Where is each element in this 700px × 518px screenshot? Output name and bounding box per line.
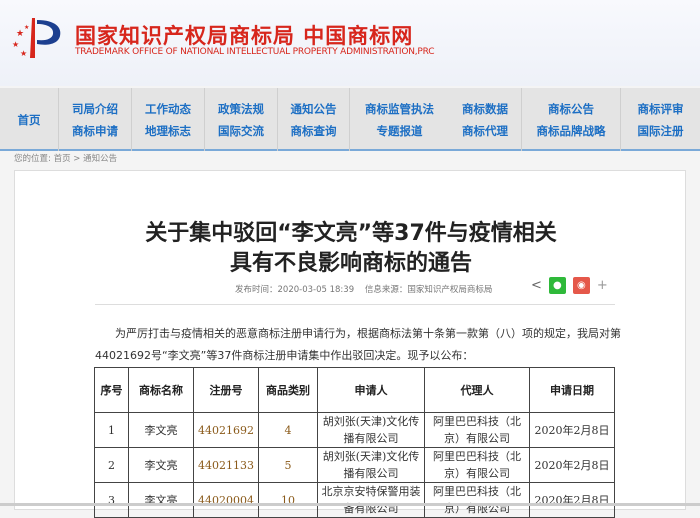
col-header: 代理人 [424,367,530,413]
article-paragraph: 为严厉打击与疫情相关的恶意商标注册申请行为，根据商标法第十条第一款第（八）项的规… [115,327,621,340]
cell-reg-no: 44021133 [193,447,259,483]
cell-agent: 阿里巴巴科技（北京）有限公司 [424,482,530,518]
cell-class: 10 [258,482,318,518]
col-header: 申请人 [317,367,425,413]
nav-column: 商标数据 商标代理 [449,88,521,151]
col-header: 序号 [94,367,129,413]
cell-applicant: 北京京安特保警用装备有限公司 [317,482,425,518]
svg-text:★: ★ [24,24,29,31]
nav-link[interactable]: 地理标志 [145,123,191,139]
nav-column: 商标评审 国际注册 [620,88,700,151]
nav-link[interactable]: 商标公告 [548,101,594,117]
cell-index: 3 [94,482,129,518]
nav-link[interactable]: 商标数据 [462,101,508,117]
article-meta: 发布时间：2020-03-05 18:39 信息来源：国家知识产权局商标局 [235,283,500,295]
svg-text:★: ★ [16,29,24,39]
cell-class: 5 [258,447,318,483]
nav-link[interactable]: 商标查询 [291,123,337,139]
more-share-icon[interactable]: + [597,278,608,293]
table-header-row: 序号 商标名称 注册号 商品类别 申请人 代理人 申请日期 [94,367,615,413]
nav-link[interactable]: 商标品牌战略 [537,123,606,139]
nav-link[interactable]: 商标代理 [462,123,508,139]
table-row: 1 李文亮 44021692 4 胡刘张(天津)文化传播有限公司 阿里巴巴科技（… [94,412,615,448]
cell-date: 2020年2月8日 [529,447,615,483]
svg-text:★: ★ [12,40,19,49]
cell-applicant: 胡刘张(天津)文化传播有限公司 [317,412,425,448]
cell-date: 2020年2月8日 [529,412,615,448]
table-row: 3 李文亮 44020004 10 北京京安特保警用装备有限公司 阿里巴巴科技（… [94,482,615,518]
nav-column: 商标监管执法 专题报道 [349,88,449,151]
publish-time: 发布时间：2020-03-05 18:39 [235,285,355,295]
col-header: 申请日期 [529,367,615,413]
main-nav: 首页 司局介绍商标申请 工作动态地理标志 政策法规国际交流 通知公告商标查询 商… [0,88,700,151]
nav-link[interactable]: 国际交流 [218,123,264,139]
cell-mark: 李文亮 [128,447,194,483]
col-header: 商品类别 [258,367,318,413]
breadcrumb-label: 您的位置: [14,154,51,164]
nav-home[interactable]: 首页 [0,88,58,151]
nav-link[interactable]: 首页 [18,112,41,128]
nav-link[interactable]: 专题报道 [377,123,423,139]
divider [95,304,615,305]
svg-text:★: ★ [20,49,27,58]
share-icon[interactable]: < [531,278,542,293]
nav-link[interactable]: 商标申请 [72,123,118,139]
nav-link[interactable]: 商标监管执法 [365,101,434,117]
article-paragraph: 44021692号“李文亮”等37件商标注册申请集中作出驳回决定。现予以公布： [95,349,474,362]
wechat-icon[interactable]: ● [548,277,566,294]
info-source: 信息来源：国家知识产权局商标局 [364,285,493,295]
share-bar: < ● ◉ + [531,277,608,294]
nav-link[interactable]: 通知公告 [291,101,337,117]
cell-mark: 李文亮 [128,412,194,448]
cell-agent: 阿里巴巴科技（北京）有限公司 [424,412,530,448]
col-header: 注册号 [193,367,259,413]
nav-column: 司局介绍 商标申请 [58,88,131,151]
cell-reg-no: 44020004 [193,482,259,518]
table-row: 2 李文亮 44021133 5 胡刘张(天津)文化传播有限公司 阿里巴巴科技（… [94,447,615,483]
nav-link[interactable]: 司局介绍 [72,101,118,117]
site-title-en: TRADEMARK OFFICE OF NATIONAL INTELLECTUA… [75,47,435,57]
weibo-icon[interactable]: ◉ [572,277,590,294]
site-header: ★ ★ ★ ★ 国家知识产权局商标局 中国商标网 TRADEMARK OFFICE … [0,0,700,86]
logo-icon[interactable]: ★★ ★★ [12,14,68,60]
nav-link[interactable]: 商标评审 [638,101,684,117]
nav-column: 通知公告 商标查询 [277,88,349,151]
site-title-cn: 国家知识产权局商标局 中国商标网 [75,23,414,48]
cell-applicant: 胡刘张(天津)文化传播有限公司 [317,447,425,483]
breadcrumb: 您的位置: 首页 > 通知公告 [14,152,117,164]
breadcrumb-home[interactable]: 首页 [54,154,71,164]
cell-index: 2 [94,447,129,483]
trademark-table: 序号 商标名称 注册号 商品类别 申请人 代理人 申请日期 1 李文亮 4402… [94,367,615,518]
nav-link[interactable]: 政策法规 [218,101,264,117]
nav-link[interactable]: 工作动态 [145,101,191,117]
cell-class: 4 [258,412,318,448]
nav-link[interactable]: 国际注册 [638,123,684,139]
nav-column: 政策法规 国际交流 [204,88,277,151]
breadcrumb-current[interactable]: 通知公告 [83,154,117,164]
article-container: 关于集中驳回“李文亮”等37件与疫情相关 具有不良影响商标的通告 发布时间：20… [14,170,686,518]
cell-mark: 李文亮 [128,482,194,518]
nav-column: 商标公告商标品牌战略 [521,88,620,151]
breadcrumb-separator: > [73,154,81,164]
cell-reg-no: 44021692 [193,412,259,448]
nav-column: 工作动态 地理标志 [131,88,204,151]
cell-date: 2020年2月8日 [529,482,615,518]
article-title-line2: 具有不良影响商标的通告 [229,251,472,276]
article-title-line1: 关于集中驳回“李文亮”等37件与疫情相关 [145,221,557,246]
cell-agent: 阿里巴巴科技（北京）有限公司 [424,447,530,483]
col-header: 商标名称 [128,367,194,413]
cell-index: 1 [94,412,129,448]
